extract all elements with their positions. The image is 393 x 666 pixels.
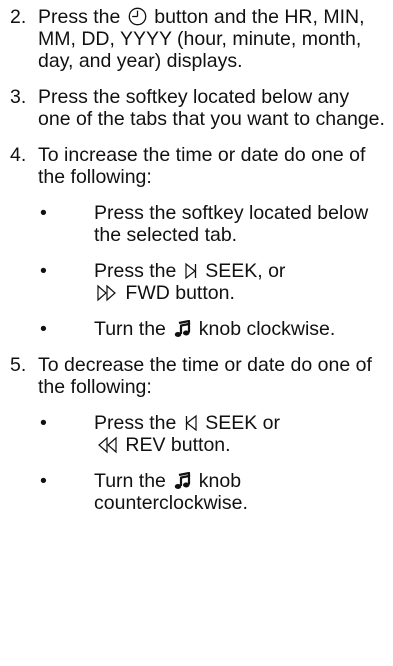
list-item-text: Press the softkey located below the sele… <box>94 202 369 246</box>
clock-icon <box>128 7 147 26</box>
list-item-text: Turn the knob clockwise. <box>94 318 336 340</box>
list-item: • Press the softkey located below the se… <box>38 202 385 246</box>
music-note-icon <box>173 472 191 490</box>
bullet: • <box>40 202 47 224</box>
step-5: 5. To decrease the time or date do one o… <box>10 354 385 514</box>
list-item: • Press the SEEK, or FWD button. <box>38 260 385 304</box>
bullet: • <box>40 260 47 282</box>
list-item: • Turn the knob counterclockwise. <box>38 470 385 514</box>
step-number: 4. <box>10 144 27 166</box>
instructions-document: 2. Press the button and the HR, MIN, MM,… <box>10 6 385 528</box>
list-item: • Press the SEEK or REV button. <box>38 412 385 456</box>
list-item-text: Press the SEEK or REV button. <box>94 412 281 456</box>
list-item-text: Turn the knob counterclockwise. <box>94 470 248 514</box>
step-text: Press the softkey located below any one … <box>38 86 385 130</box>
step-text: Press the button and the HR, MIN, MM, DD… <box>38 6 365 72</box>
music-note-icon <box>173 320 191 338</box>
bullet: • <box>40 318 47 340</box>
bullet: • <box>40 470 47 492</box>
list-item: • Turn the knob clockwise. <box>38 318 385 340</box>
step-number: 3. <box>10 86 27 108</box>
rewind-icon <box>96 436 118 454</box>
step-4: 4. To increase the time or date do one o… <box>10 144 385 340</box>
fast-forward-icon <box>96 284 118 302</box>
seek-forward-icon <box>184 262 198 280</box>
step-2: 2. Press the button and the HR, MIN, MM,… <box>10 6 385 72</box>
step-text: To increase the time or date do one of t… <box>38 144 366 188</box>
list-item-text: Press the SEEK, or FWD button. <box>94 260 286 304</box>
seek-back-icon <box>184 414 198 432</box>
step-number: 5. <box>10 354 27 376</box>
step-3: 3. Press the softkey located below any o… <box>10 86 385 130</box>
bullet: • <box>40 412 47 434</box>
step-number: 2. <box>10 6 27 28</box>
step-text: To decrease the time or date do one of t… <box>38 354 372 398</box>
